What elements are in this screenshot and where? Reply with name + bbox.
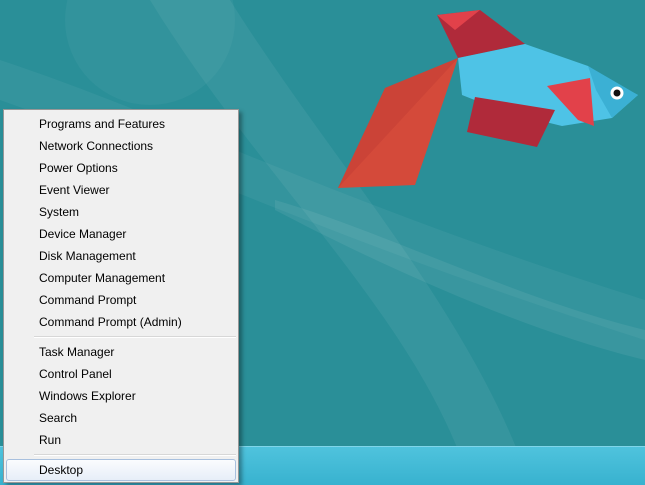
menu-item-windows-explorer[interactable]: Windows Explorer [6,385,236,407]
menu-item-system[interactable]: System [6,201,236,223]
menu-item-label: System [39,205,80,219]
menu-item-label: Computer Management [39,271,166,285]
menu-item-label: Desktop [39,463,84,477]
desktop[interactable]: Programs and Features Network Connection… [0,0,645,485]
menu-item-command-prompt[interactable]: Command Prompt [6,289,236,311]
menu-item-search[interactable]: Search [6,407,236,429]
menu-item-network-connections[interactable]: Network Connections [6,135,236,157]
menu-item-label: Run [39,433,62,447]
menu-item-label: Control Panel [39,367,112,381]
menu-item-label: Power Options [39,161,118,175]
menu-item-computer-management[interactable]: Computer Management [6,267,236,289]
menu-item-programs-and-features[interactable]: Programs and Features [6,113,236,135]
menu-item-label: Programs and Features [39,117,166,131]
win-x-context-menu: Programs and Features Network Connection… [3,109,239,483]
menu-item-command-prompt-admin[interactable]: Command Prompt (Admin) [6,311,236,333]
menu-item-label: Disk Management [39,249,136,263]
menu-item-run[interactable]: Run [6,429,236,451]
menu-item-desktop[interactable]: Desktop [6,459,236,481]
menu-item-power-options[interactable]: Power Options [6,157,236,179]
menu-item-event-viewer[interactable]: Event Viewer [6,179,236,201]
fish-pupil [613,89,621,97]
menu-item-task-manager[interactable]: Task Manager [6,341,236,363]
menu-item-label: Task Manager [39,345,115,359]
menu-item-label: Command Prompt (Admin) [39,315,182,329]
menu-item-label: Event Viewer [39,183,110,197]
menu-item-label: Network Connections [39,139,154,153]
betta-fish-illustration [338,10,638,188]
menu-separator [34,336,236,338]
menu-item-label: Search [39,411,78,425]
menu-item-label: Command Prompt [39,293,137,307]
menu-item-device-manager[interactable]: Device Manager [6,223,236,245]
menu-item-label: Windows Explorer [39,389,136,403]
menu-item-control-panel[interactable]: Control Panel [6,363,236,385]
menu-item-disk-management[interactable]: Disk Management [6,245,236,267]
menu-separator [34,454,236,456]
menu-item-label: Device Manager [39,227,127,241]
